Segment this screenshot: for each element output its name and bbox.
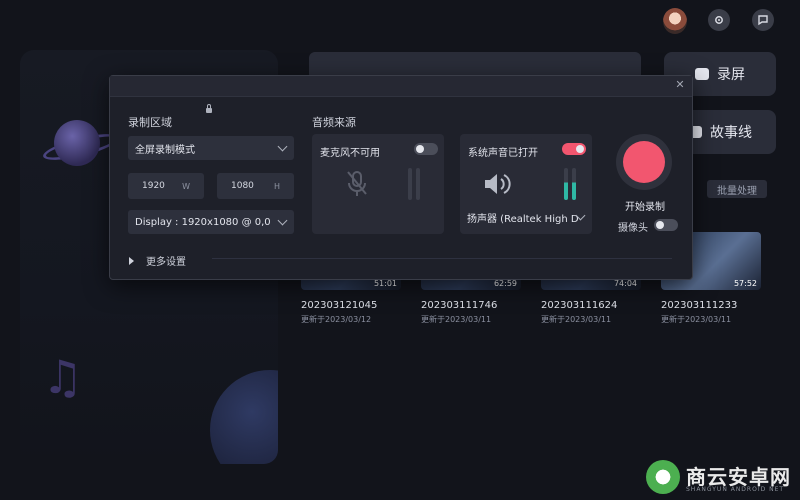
close-icon[interactable]: ✕ [674,79,686,91]
recording-updated: 更新于2023/03/11 [421,315,492,324]
message-icon[interactable] [752,9,774,31]
microphone-panel: 麦克风不可用 [312,134,444,234]
microphone-toggle[interactable] [414,143,438,155]
batch-process-button[interactable]: 批量处理 [707,180,767,198]
watermark-logo [646,460,680,494]
system-level-meter-left [564,168,568,200]
microphone-muted-icon [347,171,367,196]
storyline-label: 故事线 [710,125,752,141]
planet-decoration-large [210,370,278,464]
height-value: 1080 [231,181,254,191]
recording-name: 202303111624 [541,300,618,311]
region-section-title: 录制区域 [128,116,172,129]
recording-name: 202303111233 [661,300,738,311]
screen-record-icon [695,68,709,80]
start-record-label: 开始录制 [625,202,665,213]
microphone-label: 麦克风不可用 [320,148,380,159]
recording-updated: 更新于2023/03/11 [661,315,732,324]
record-mode-value: 全屏录制模式 [135,144,195,156]
more-settings-label: 更多设置 [146,257,186,268]
lock-ratio-icon[interactable] [206,104,212,113]
watermark-subtitle: SHANGYUN ANDROID NET [686,486,785,493]
speaker-device-select[interactable]: 扬声器 (Realtek High D [460,206,592,228]
system-level-meter-right [572,168,576,200]
recording-name: 202303121045 [301,300,378,311]
recording-updated: 更新于2023/03/11 [541,315,612,324]
system-audio-panel: 系统声音已打开 扬声器 (Realtek High D [460,134,592,234]
settings-icon[interactable] [708,9,730,31]
planet-decoration [54,120,100,166]
camera-toggle[interactable] [654,219,678,231]
mic-level-meter-left [408,168,412,200]
speaker-icon [485,174,511,194]
display-select[interactable]: Display : 1920x1080 @ 0,0 [128,210,294,234]
speaker-device-value: 扬声器 (Realtek High D [467,213,579,225]
audio-section-title: 音频来源 [312,116,356,129]
chevron-down-icon [277,141,288,152]
width-input[interactable]: 1920 W [128,173,204,199]
recording-duration: 51:01 [373,279,397,288]
recording-duration: 57:52 [733,279,757,288]
recording-name: 202303111746 [421,300,498,311]
expand-arrow-icon [129,256,134,265]
divider [212,258,672,259]
recording-updated: 更新于2023/03/12 [301,315,372,324]
record-mode-select[interactable]: 全屏录制模式 [128,136,294,160]
width-unit: W [182,181,190,191]
system-audio-toggle[interactable] [562,143,586,155]
camera-label: 摄像头 [618,223,648,234]
mic-level-meter-right [416,168,420,200]
display-value: Display : 1920x1080 @ 0,0 [135,216,271,228]
user-avatar[interactable] [663,8,687,34]
height-input[interactable]: 1080 H [217,173,294,199]
system-audio-label: 系统声音已打开 [468,148,538,159]
record-screen-label: 录屏 [717,67,745,83]
width-value: 1920 [142,181,165,191]
recording-duration: 62:59 [493,279,517,288]
height-unit: H [273,181,280,191]
recording-duration: 74:04 [613,279,637,288]
dialog-titlebar [110,76,692,97]
music-note-icon: ♫ [42,350,84,404]
record-dot-icon [623,141,665,183]
start-record-button[interactable] [616,134,672,190]
more-settings-toggle[interactable]: 更多设置 [129,253,186,268]
chevron-down-icon [277,215,288,226]
